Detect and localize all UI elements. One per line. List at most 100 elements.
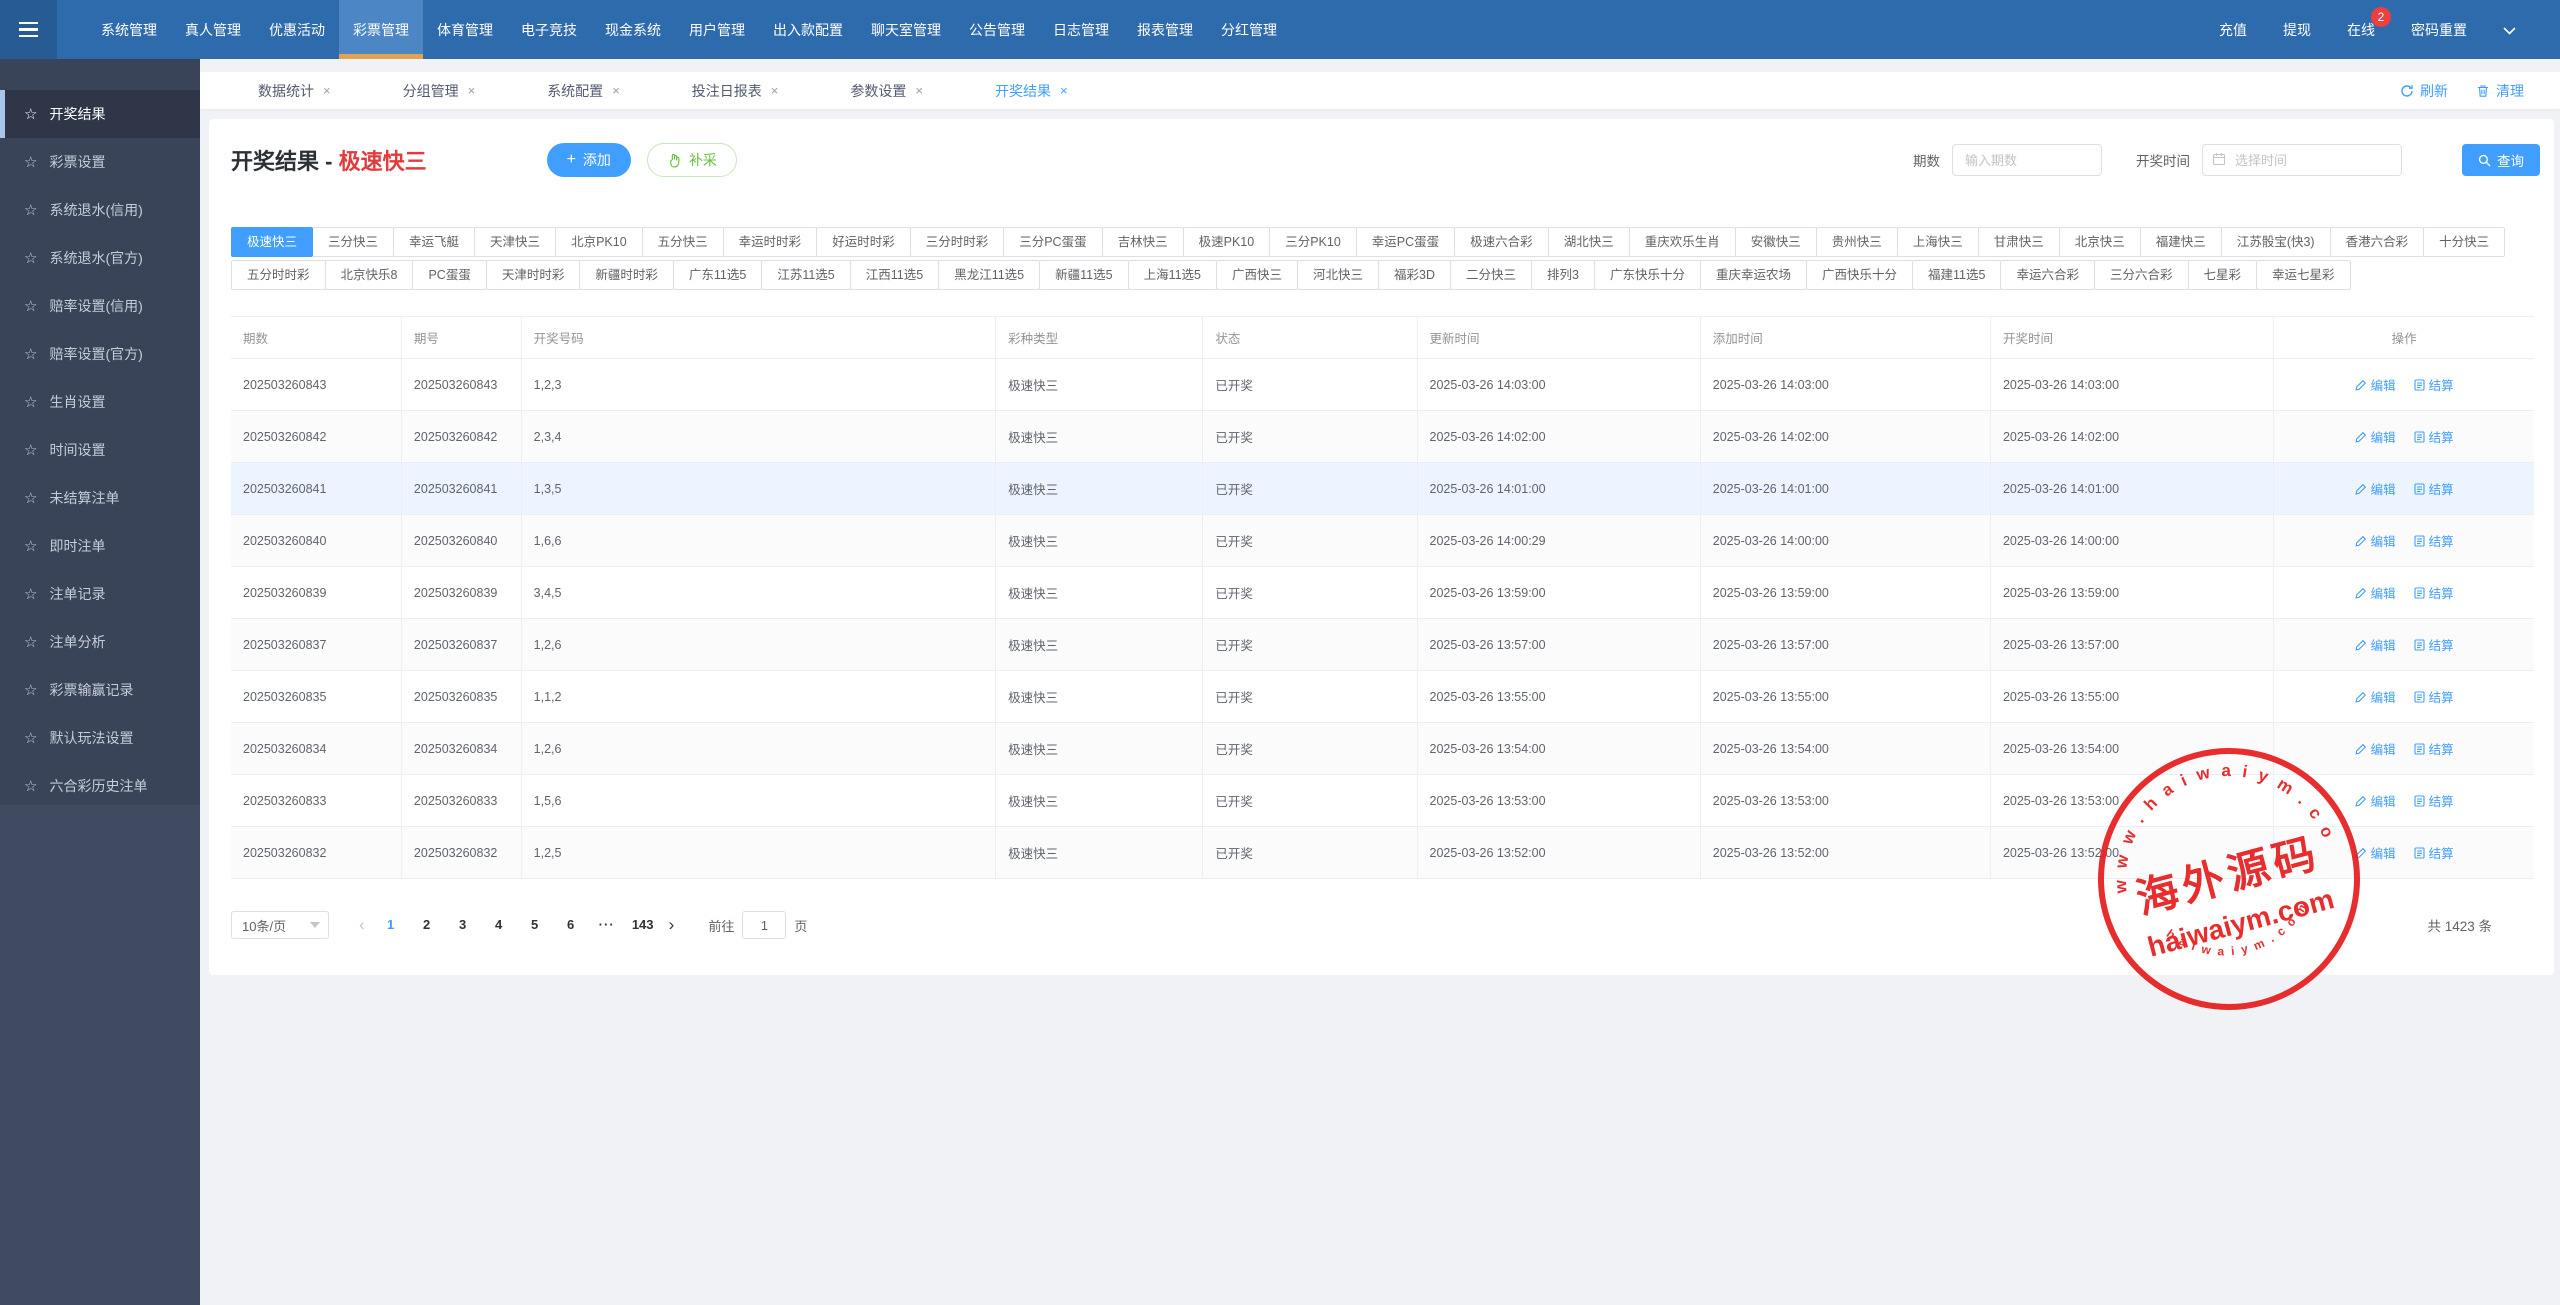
game-tag[interactable]: 新疆时时彩 xyxy=(579,260,674,290)
game-tag[interactable]: 三分六合彩 xyxy=(2094,260,2189,290)
withdraw-link[interactable]: 提现 xyxy=(2283,20,2311,40)
game-tag[interactable]: 北京快三 xyxy=(2059,227,2141,257)
sidebar-item[interactable]: ☆赔率设置(官方) xyxy=(0,330,200,378)
supplement-collect-button[interactable]: 补采 xyxy=(647,143,737,177)
search-button[interactable]: 查询 xyxy=(2462,144,2540,176)
online-link[interactable]: 在线 2 xyxy=(2347,20,2375,40)
game-tag[interactable]: 七星彩 xyxy=(2188,260,2258,290)
game-tag[interactable]: 二分快三 xyxy=(1450,260,1532,290)
game-tag[interactable]: 极速快三 xyxy=(231,227,313,257)
topbar-menu-item[interactable]: 体育管理 xyxy=(423,0,507,59)
game-tag[interactable]: 幸运六合彩 xyxy=(2000,260,2095,290)
close-tab-icon[interactable]: × xyxy=(612,83,620,98)
edit-button[interactable]: 编辑 xyxy=(2355,635,2396,654)
sidebar-item[interactable]: ☆系统退水(信用) xyxy=(0,186,200,234)
edit-button[interactable]: 编辑 xyxy=(2355,375,2396,394)
sidebar-item[interactable]: ☆默认玩法设置 xyxy=(0,714,200,762)
topbar-menu-item[interactable]: 分红管理 xyxy=(1207,0,1291,59)
page-number-button[interactable]: 2 xyxy=(413,911,441,939)
next-page-button[interactable]: › xyxy=(661,915,683,935)
topbar-menu-item[interactable]: 优惠活动 xyxy=(255,0,339,59)
period-input[interactable] xyxy=(1952,144,2102,176)
page-number-button[interactable]: 5 xyxy=(521,911,549,939)
add-button[interactable]: + 添加 xyxy=(547,143,631,177)
sidebar-item[interactable]: ☆时间设置 xyxy=(0,426,200,474)
game-tag[interactable]: 安徽快三 xyxy=(1735,227,1817,257)
game-tag[interactable]: 重庆幸运农场 xyxy=(1700,260,1807,290)
settle-button[interactable]: 结算 xyxy=(2414,479,2454,498)
settle-button[interactable]: 结算 xyxy=(2414,791,2454,810)
game-tag[interactable]: 十分快三 xyxy=(2423,227,2505,257)
edit-button[interactable]: 编辑 xyxy=(2355,739,2396,758)
tab-参数设置[interactable]: 参数设置× xyxy=(850,81,923,101)
edit-button[interactable]: 编辑 xyxy=(2355,843,2396,862)
game-tag[interactable]: 三分时时彩 xyxy=(910,227,1005,257)
settle-button[interactable]: 结算 xyxy=(2414,375,2454,394)
game-tag[interactable]: 三分PK10 xyxy=(1269,227,1357,257)
game-tag[interactable]: 幸运时时彩 xyxy=(723,227,818,257)
sidebar-item[interactable]: ☆彩票输赢记录 xyxy=(0,666,200,714)
topbar-menu-item[interactable]: 现金系统 xyxy=(591,0,675,59)
game-tag[interactable]: 福建快三 xyxy=(2140,227,2222,257)
recharge-link[interactable]: 充值 xyxy=(2219,20,2247,40)
tab-系统配置[interactable]: 系统配置× xyxy=(547,81,620,101)
topbar-menu-item[interactable]: 彩票管理 xyxy=(339,0,423,59)
game-tag[interactable]: 江苏骰宝(快3) xyxy=(2221,227,2331,257)
game-tag[interactable]: 湖北快三 xyxy=(1548,227,1630,257)
game-tag[interactable]: 极速PK10 xyxy=(1183,227,1271,257)
sidebar-item[interactable]: ☆开奖结果 xyxy=(0,90,200,138)
game-tag[interactable]: PC蛋蛋 xyxy=(412,260,486,290)
settle-button[interactable]: 结算 xyxy=(2414,635,2454,654)
prev-page-button[interactable]: ‹ xyxy=(351,915,373,935)
topbar-menu-item[interactable]: 出入款配置 xyxy=(759,0,857,59)
more-pages-button[interactable]: ··· xyxy=(593,911,621,939)
topbar-menu-item[interactable]: 真人管理 xyxy=(171,0,255,59)
topbar-menu-item[interactable]: 电子竞技 xyxy=(507,0,591,59)
game-tag[interactable]: 天津时时彩 xyxy=(486,260,581,290)
game-tag[interactable]: 广西快三 xyxy=(1216,260,1298,290)
edit-button[interactable]: 编辑 xyxy=(2355,427,2396,446)
sidebar-item[interactable]: ☆系统退水(官方) xyxy=(0,234,200,282)
password-reset-link[interactable]: 密码重置 xyxy=(2411,20,2467,40)
page-number-button[interactable]: 6 xyxy=(557,911,585,939)
sidebar-item[interactable]: ☆注单记录 xyxy=(0,570,200,618)
close-tab-icon[interactable]: × xyxy=(771,83,779,98)
topbar-menu-item[interactable]: 日志管理 xyxy=(1039,0,1123,59)
game-tag[interactable]: 广东11选5 xyxy=(673,260,762,290)
topbar-menu-item[interactable]: 公告管理 xyxy=(955,0,1039,59)
tab-开奖结果[interactable]: 开奖结果× xyxy=(995,81,1068,101)
close-tab-icon[interactable]: × xyxy=(323,83,331,98)
edit-button[interactable]: 编辑 xyxy=(2355,687,2396,706)
page-number-button[interactable]: 1 xyxy=(377,911,405,939)
settle-button[interactable]: 结算 xyxy=(2414,739,2454,758)
game-tag[interactable]: 五分时时彩 xyxy=(231,260,326,290)
topbar-menu-item[interactable]: 用户管理 xyxy=(675,0,759,59)
game-tag[interactable]: 北京PK10 xyxy=(555,227,643,257)
game-tag[interactable]: 广东快乐十分 xyxy=(1594,260,1701,290)
game-tag[interactable]: 福彩3D xyxy=(1378,260,1451,290)
game-tag[interactable]: 三分PC蛋蛋 xyxy=(1003,227,1102,257)
edit-button[interactable]: 编辑 xyxy=(2355,583,2396,602)
settle-button[interactable]: 结算 xyxy=(2414,583,2454,602)
goto-page-input[interactable] xyxy=(742,911,786,939)
game-tag[interactable]: 江苏11选5 xyxy=(761,260,850,290)
game-tag[interactable]: 上海快三 xyxy=(1897,227,1979,257)
sidebar-item[interactable]: ☆未结算注单 xyxy=(0,474,200,522)
settle-button[interactable]: 结算 xyxy=(2414,427,2454,446)
game-tag[interactable]: 河北快三 xyxy=(1297,260,1379,290)
tab-投注日报表[interactable]: 投注日报表× xyxy=(692,81,779,101)
sidebar-item[interactable]: ☆赔率设置(信用) xyxy=(0,282,200,330)
refresh-button[interactable]: 刷新 xyxy=(2400,81,2448,101)
game-tag[interactable]: 五分快三 xyxy=(642,227,724,257)
settle-button[interactable]: 结算 xyxy=(2414,843,2454,862)
game-tag[interactable]: 吉林快三 xyxy=(1102,227,1184,257)
edit-button[interactable]: 编辑 xyxy=(2355,791,2396,810)
page-number-button[interactable]: 3 xyxy=(449,911,477,939)
game-tag[interactable]: 幸运飞艇 xyxy=(393,227,475,257)
topbar-menu-item[interactable]: 系统管理 xyxy=(87,0,171,59)
game-tag[interactable]: 黑龙江11选5 xyxy=(938,260,1040,290)
topbar-menu-item[interactable]: 聊天室管理 xyxy=(857,0,955,59)
game-tag[interactable]: 极速六合彩 xyxy=(1454,227,1549,257)
topbar-menu-item[interactable]: 报表管理 xyxy=(1123,0,1207,59)
hamburger-menu-icon[interactable] xyxy=(0,0,57,59)
